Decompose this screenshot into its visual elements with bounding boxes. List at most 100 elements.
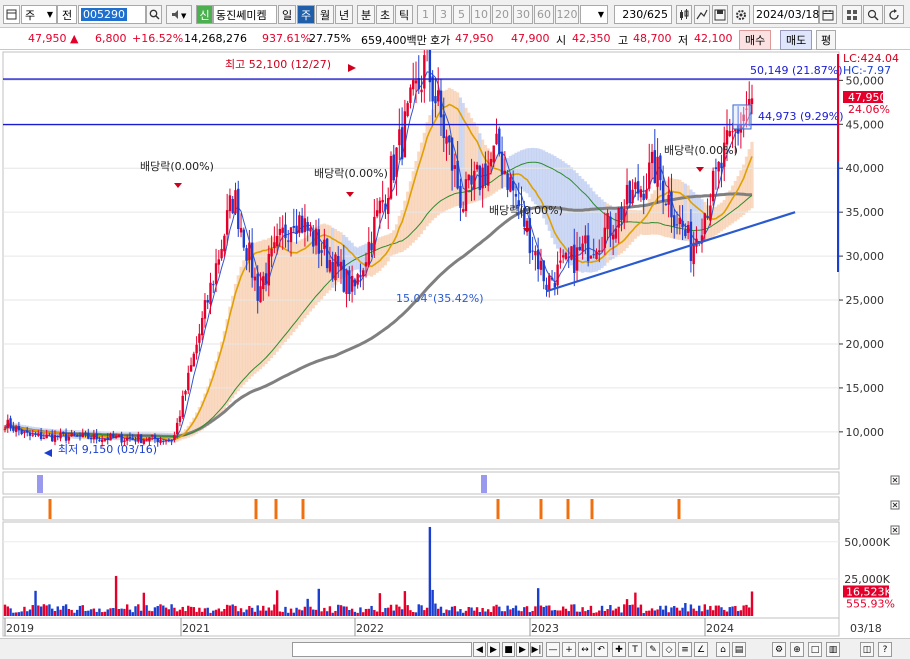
eval-button[interactable]: 평 [816,30,837,50]
volume-bar [642,613,645,616]
count-input[interactable]: 230/625 [614,5,672,24]
period-week[interactable]: 주 [297,5,315,24]
help-icon[interactable]: ? [878,642,892,657]
volume-bar [731,606,734,616]
ruler-tool-icon[interactable]: ∠ [694,642,708,657]
interval-1[interactable]: 1 [417,5,434,24]
sell-button[interactable]: 매도 [780,30,813,50]
interval-30[interactable]: 30 [513,5,533,24]
grid-icon[interactable] [842,5,862,24]
chart-menu-icon[interactable] [3,5,20,24]
interval-5[interactable]: 5 [453,5,470,24]
volume-bar [503,611,507,616]
volume-bar [450,606,454,616]
volume-bar [514,605,518,616]
volume-bar [109,608,112,616]
ichimoku-cloud-segment [381,236,385,268]
volume-bar [275,590,279,616]
candle-body [6,419,9,429]
volume-bar [170,604,173,616]
volume-bar [409,610,412,616]
volume-bar [356,612,359,616]
last-button[interactable]: ▶| [530,642,543,657]
play-button[interactable]: ▶ [487,642,500,657]
scroll-left-button[interactable]: ◀ [473,642,486,657]
save-icon[interactable] [712,5,728,24]
candle-body [234,190,237,214]
date-input[interactable]: 2024/03/18 [753,5,819,24]
ichimoku-cloud-segment [728,190,732,226]
candle-body [556,264,559,286]
candle-body [103,438,107,441]
type-select[interactable]: 전 [57,5,77,24]
print-icon[interactable]: ▤ [732,642,746,657]
chart-area[interactable]: 50,000 45,000 40,000 35,000 30,000 25,000 20,0… [0,19,910,659]
horizontal-scrollbar[interactable] [292,642,472,657]
buy-button[interactable]: 매수 [739,30,772,50]
period-minute[interactable]: 분 [357,5,375,24]
price-tick-label: 10,000 [846,426,885,439]
volume-bar [306,598,309,616]
zoom-out-icon[interactable]: — [546,642,560,657]
interval-10[interactable]: 10 [471,5,491,24]
settings-small-icon[interactable]: ⚙ [772,642,786,657]
search-icon[interactable] [146,5,162,24]
stock-code-input[interactable]: 005290 [78,5,146,24]
volume-bar [586,609,590,616]
volume-bar [92,608,96,616]
volume-bar [189,606,193,616]
candle-body [356,274,359,285]
candle-body [228,195,232,212]
pen-tool-icon[interactable]: ✎ [646,642,660,657]
fit-icon[interactable]: ↔ [578,642,592,657]
period-year[interactable]: 년 [335,5,353,24]
text-tool-icon[interactable]: T [628,642,642,657]
volume-bar [595,612,598,616]
window-icon[interactable]: □ [808,642,822,657]
candle-body [37,433,40,436]
stop-button[interactable]: ■ [502,642,515,657]
volume-bar [200,611,204,616]
crosshair-icon[interactable]: ✚ [612,642,626,657]
gear-icon[interactable] [732,5,750,24]
period-second[interactable]: 초 [376,5,394,24]
price-chart-svg[interactable]: 50,00045,00040,00035,00030,00025,00020,0… [0,19,910,638]
candle-body [278,228,282,236]
candle-body [750,98,754,105]
stock-name[interactable]: 동진쎄미켐 [213,5,277,24]
interval-20[interactable]: 20 [492,5,512,24]
next-button[interactable]: ▶ [516,642,529,657]
zoom-icon[interactable] [863,5,883,24]
interval-60[interactable]: 60 [534,5,554,24]
period-tick[interactable]: 틱 [395,5,413,24]
candle-body [253,276,257,281]
volume-bar [473,610,476,616]
fib-tool-icon[interactable]: ≡ [678,642,692,657]
volume-bar [392,610,395,616]
layout-icon[interactable]: ▥ [826,642,840,657]
candle-body [114,435,118,438]
lock-icon[interactable]: ⌂ [716,642,730,657]
ichimoku-cloud-segment [628,209,632,245]
interval-3[interactable]: 3 [435,5,452,24]
interval-dropdown[interactable]: ▼ [580,5,608,24]
pin-icon[interactable]: ⊕ [790,642,804,657]
signal-marker-blue [481,475,487,493]
candle-body [17,426,21,431]
speaker-icon[interactable]: ▼ [166,5,192,24]
zoom-in-icon[interactable]: + [562,642,576,657]
candle-body [331,262,334,279]
period-month[interactable]: 월 [316,5,334,24]
candle-body [414,80,418,84]
refresh-icon[interactable] [884,5,904,24]
calendar-icon[interactable] [819,5,837,24]
market-select[interactable]: 주 ▼ [21,5,57,24]
line-tool-icon[interactable] [694,5,710,24]
undo-icon[interactable]: ↶ [594,642,608,657]
candle-icon[interactable] [676,5,692,24]
interval-120[interactable]: 120 [555,5,579,24]
candle-body [181,395,184,417]
period-day[interactable]: 일 [278,5,296,24]
split-icon[interactable]: ◫ [860,642,874,657]
eraser-tool-icon[interactable]: ◇ [662,642,676,657]
